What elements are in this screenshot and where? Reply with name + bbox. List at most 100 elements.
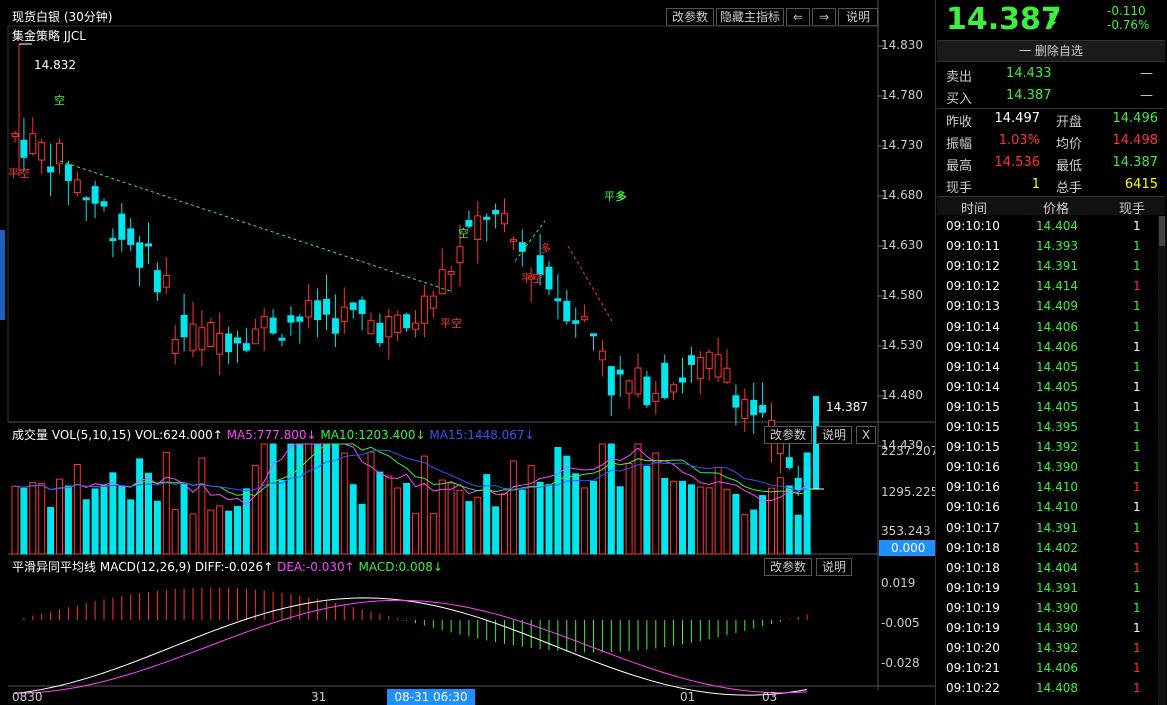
signal-long: 多 xyxy=(616,190,627,203)
stat-row: 昨收 14.497 开盘 14.496 xyxy=(940,110,1162,132)
x-tick-0830: 0830 xyxy=(12,690,43,704)
volume-params: VOL(5,10,15) xyxy=(51,428,132,442)
macd-edit-params-button[interactable]: 改参数 xyxy=(764,558,812,576)
tick-row: 09:10:16 14.410 1 xyxy=(940,477,1150,497)
candle xyxy=(794,477,802,491)
tick-qty: 1 xyxy=(1133,279,1141,294)
stat-value: 6415 xyxy=(1124,177,1158,192)
candle xyxy=(367,320,375,335)
volume-bar xyxy=(483,474,491,555)
volume-close-button[interactable]: X xyxy=(856,426,876,444)
macd-tick-mid: -0.005 xyxy=(881,616,920,630)
tick-qty: 1 xyxy=(1133,359,1141,374)
volume-bar xyxy=(456,489,464,555)
volume-bar xyxy=(634,443,642,555)
tick-qty: 1 xyxy=(1133,661,1141,676)
volume-bar xyxy=(127,499,135,555)
volume-bar xyxy=(385,475,393,555)
candle xyxy=(750,399,758,416)
candle xyxy=(643,376,651,406)
volume-bar xyxy=(314,443,322,555)
tick-qty: 1 xyxy=(1133,399,1141,414)
candle xyxy=(47,166,55,173)
candle xyxy=(376,322,384,343)
volume-bar xyxy=(180,484,188,555)
tick-row: 09:10:15 14.395 1 xyxy=(940,417,1150,437)
volume-bar xyxy=(447,482,455,555)
tick-row: 09:10:21 14.406 1 xyxy=(940,658,1150,678)
macd-help-button[interactable]: 说明 xyxy=(816,558,852,576)
stat-value: 14.536 xyxy=(994,155,1041,170)
volume-help-button[interactable]: 说明 xyxy=(816,426,852,444)
stat-row: 现手 1 总手 6415 xyxy=(940,176,1162,198)
candle xyxy=(225,333,233,353)
tick-qty: 1 xyxy=(1133,641,1141,656)
volume-bar xyxy=(429,512,437,555)
volume-bar xyxy=(750,509,758,555)
candle xyxy=(118,213,126,240)
price-chart[interactable] xyxy=(0,0,935,705)
volume-bar xyxy=(590,480,597,555)
macd-dea: DEA:-0.030↑ xyxy=(277,560,355,574)
tick-price: 14.409 xyxy=(1036,299,1078,314)
tick-row: 09:10:16 14.390 1 xyxy=(940,457,1150,477)
trading-window: 现货白银 (30分钟) 集金策略 JJCL 改参数 隐藏主指标 ⇐ ⇒ 说明 1… xyxy=(0,0,1167,705)
candle xyxy=(349,302,357,310)
tick-time: 09:10:14 xyxy=(946,379,1000,394)
price-tick: 14.830 xyxy=(881,38,923,52)
high-price-label: 14.832 xyxy=(34,58,76,72)
remove-watchlist-button[interactable]: 一 删除自选 xyxy=(937,40,1165,62)
candle xyxy=(501,213,508,225)
volume-bar xyxy=(358,503,366,555)
candle xyxy=(483,216,491,220)
candle xyxy=(732,395,740,408)
volume-bar xyxy=(234,505,241,555)
tick-time: 09:10:14 xyxy=(946,339,1000,354)
volume-bar xyxy=(759,495,767,555)
volume-bar xyxy=(412,513,419,555)
volume-bar xyxy=(803,452,811,555)
tick-price: 14.405 xyxy=(1036,399,1078,414)
candle xyxy=(403,314,411,329)
volume-bar xyxy=(145,472,152,555)
stat-label: 昨收 xyxy=(946,115,973,130)
volume-bar xyxy=(652,452,660,555)
candle xyxy=(474,215,482,241)
volume-bar xyxy=(420,455,428,555)
tick-qty: 1 xyxy=(1133,560,1141,575)
volume-bar xyxy=(554,446,562,555)
candle xyxy=(331,318,339,334)
ticks-scroll-thumb[interactable] xyxy=(1159,216,1165,246)
tick-qty: 1 xyxy=(1133,239,1141,254)
stat-value: 14.497 xyxy=(994,111,1041,126)
volume-edit-params-button[interactable]: 改参数 xyxy=(764,426,812,444)
sell-label: 卖出 xyxy=(946,70,973,85)
candle xyxy=(100,201,108,207)
volume-bar xyxy=(251,465,259,555)
volume-bar xyxy=(82,499,90,555)
tick-row: 09:10:22 14.408 1 xyxy=(940,678,1150,698)
left-scroll-indicator[interactable] xyxy=(0,230,5,320)
tick-row: 09:10:15 14.405 1 xyxy=(940,397,1150,417)
buy-qty: — xyxy=(1140,88,1153,103)
candle xyxy=(385,316,393,338)
candle xyxy=(509,239,517,243)
tick-time: 09:10:19 xyxy=(946,580,1000,595)
volume-bar xyxy=(367,451,375,555)
tick-time: 09:10:17 xyxy=(946,520,1000,535)
vol-value: VOL:624.000↑ xyxy=(134,428,223,442)
volume-bar xyxy=(64,485,72,555)
tick-price: 14.391 xyxy=(1036,520,1078,535)
volume-header: 成交量 VOL(5,10,15) VOL:624.000↑ MA5:777.80… xyxy=(12,426,535,443)
candle xyxy=(109,238,117,242)
cursor-time-label: 08-31 06:30 xyxy=(387,689,475,705)
tick-qty: 1 xyxy=(1133,500,1141,515)
ticks-scrollbar[interactable] xyxy=(1158,216,1166,705)
volume-bar xyxy=(679,480,686,555)
tick-row: 09:10:14 14.406 1 xyxy=(940,337,1150,357)
candle xyxy=(412,322,419,330)
price-change: -0.110 xyxy=(1107,4,1146,18)
volume-bar xyxy=(29,482,37,555)
volume-bar xyxy=(260,443,268,555)
buy-price: 14.387 xyxy=(1006,88,1052,103)
